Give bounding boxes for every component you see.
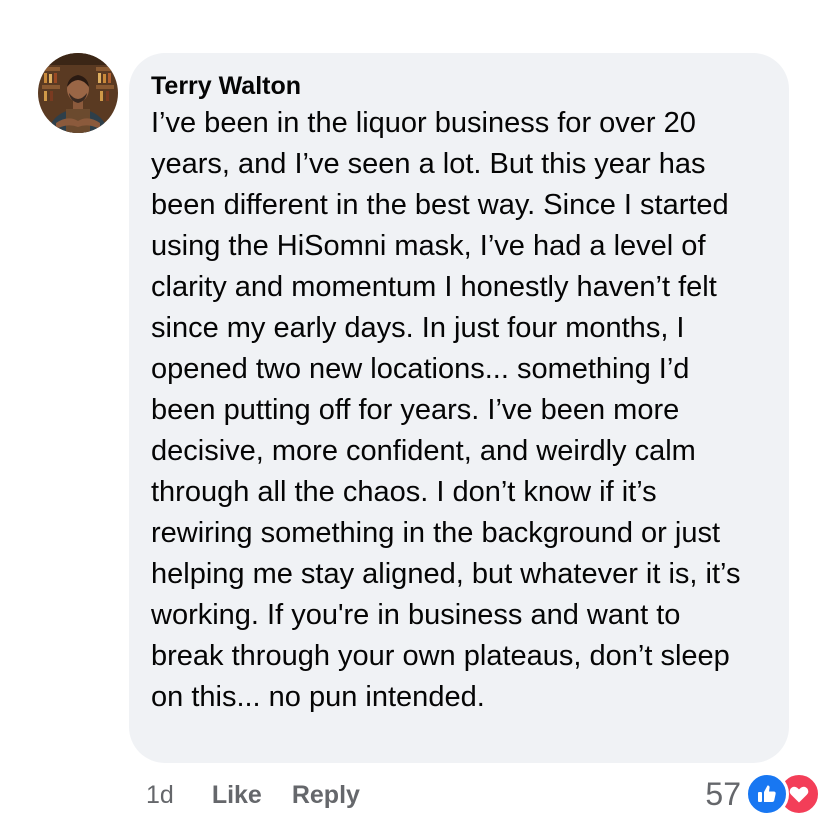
comment-container: Terry Walton I’ve been in the liquor bus… — [0, 0, 827, 837]
comment-text: I’ve been in the liquor business for ove… — [151, 107, 741, 713]
reaction-summary[interactable]: 57 — [705, 772, 821, 816]
comment-actions: 1d Like Reply — [146, 775, 360, 815]
reply-button[interactable]: Reply — [292, 781, 360, 810]
avatar-photo-icon — [38, 53, 118, 133]
like-button[interactable]: Like — [212, 781, 262, 810]
comment-timestamp[interactable]: 1d — [146, 781, 174, 810]
avatar[interactable] — [38, 53, 118, 133]
reaction-count: 57 — [705, 775, 741, 812]
comment-bubble: Terry Walton I’ve been in the liquor bus… — [129, 53, 789, 763]
like-icon — [745, 772, 789, 816]
comment-author[interactable]: Terry Walton — [151, 71, 767, 101]
